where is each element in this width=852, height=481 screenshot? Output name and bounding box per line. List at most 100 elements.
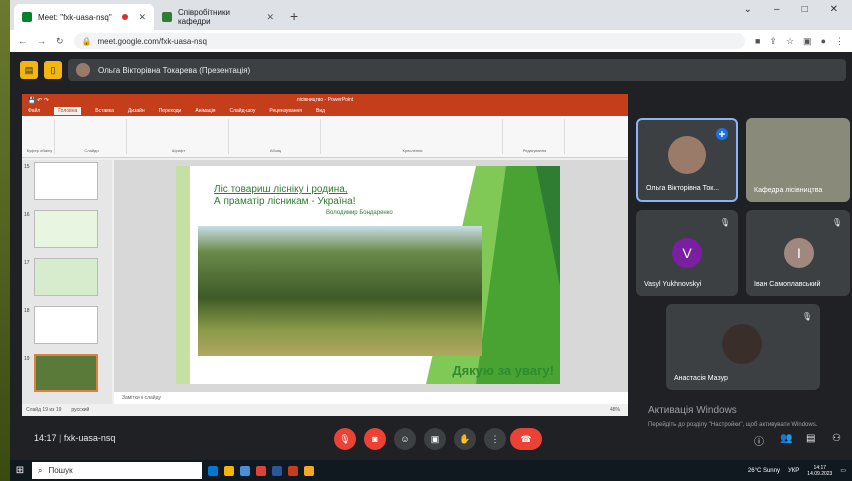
more-options-button[interactable]: ⋮	[484, 428, 506, 450]
menu-icon[interactable]: ⋮	[835, 36, 844, 47]
language-indicator[interactable]: УКР	[788, 468, 799, 474]
tab-label: Meet: "fxk-uasa-nsq"	[38, 12, 112, 22]
participant-tile[interactable]: ✚ Ольга Вікторівна Ток...	[636, 118, 738, 202]
activities-icon[interactable]: ⚇	[832, 433, 841, 444]
windows-start-icon[interactable]: ⊞	[14, 465, 26, 477]
recording-indicator-icon	[122, 14, 129, 20]
ribbon-tab: Головна	[54, 107, 82, 115]
participant-name: Ольга Вікторівна Ток...	[646, 185, 720, 192]
tab-staff[interactable]: Співробітники кафедри ✕	[154, 4, 282, 30]
slide-editor: Ліс товариш лісніку і родина, А праматір…	[114, 160, 628, 392]
ribbon-group: Креслення	[323, 119, 503, 154]
explorer-icon[interactable]	[224, 465, 234, 476]
url-field[interactable]: 🔒 meet.google.com/fxk-uasa-nsq	[73, 33, 745, 49]
layout-icon[interactable]: ▤	[20, 61, 38, 79]
tab-meet[interactable]: Meet: "fxk-uasa-nsq" ✕	[14, 4, 154, 30]
slide-line-2: А праматір лісникам - Україна!	[214, 196, 356, 207]
notification-icon[interactable]: ▭	[840, 467, 846, 474]
ribbon-tab: Переходи	[158, 108, 182, 114]
present-button[interactable]: ▣	[424, 428, 446, 450]
slide-number: 16	[24, 212, 30, 218]
system-tray: 26°C Sunny УКР 14:17 14.09.2023 ▭	[748, 465, 852, 477]
word-icon[interactable]	[272, 465, 282, 476]
browser-tabbar: Meet: "fxk-uasa-nsq" ✕ Співробітники каф…	[10, 0, 852, 30]
search-icon: ⌕	[38, 465, 43, 475]
participant-tile[interactable]: Кафедра лісівництва	[746, 118, 850, 202]
slide-thumbnail	[34, 306, 98, 344]
mic-off-icon: 🎙	[831, 218, 842, 227]
powerpoint-icon[interactable]	[288, 465, 298, 476]
ribbon-tab: Слайд-шоу	[229, 108, 256, 114]
meet-icon	[22, 12, 32, 22]
save-icon: 💾 ↶ ↷	[28, 97, 49, 104]
camera-icon[interactable]: ■	[755, 36, 760, 47]
participant-tile[interactable]: V 🎙 Vasyl Yukhnovskyi	[636, 210, 738, 296]
slide-number: 15	[24, 164, 30, 170]
meeting-code: fxk-uasa-nsq	[63, 433, 116, 443]
mic-off-icon: 🎙	[719, 218, 730, 227]
participant-name: Іван Самоплавський	[754, 281, 821, 288]
maximize-button[interactable]: □	[802, 4, 808, 15]
browser-window: Meet: "fxk-uasa-nsq" ✕ Співробітники каф…	[10, 0, 852, 460]
star-icon[interactable]: ☆	[786, 36, 794, 47]
participant-tile[interactable]: І 🎙 Іван Самоплавський	[746, 210, 850, 296]
toolbar-icons: ■ ⇪ ☆ ▣ ● ⋮	[755, 36, 844, 47]
tab-search-icon[interactable]: ⌄	[744, 4, 752, 15]
info-icon[interactable]: ⓘ	[754, 433, 764, 448]
participant-tile[interactable]: 🎙 Анастасія Мазур	[666, 304, 820, 390]
emoji-button[interactable]: ☺	[394, 428, 416, 450]
ribbon-tab: Вставка	[95, 108, 114, 114]
camera-off-button[interactable]: ◙	[364, 428, 386, 450]
mic-off-icon: 🎙	[801, 312, 812, 321]
leave-call-button[interactable]: ☎	[510, 428, 542, 450]
mic-off-button[interactable]: 🎙	[334, 428, 356, 450]
ribbon-tab: Файл	[28, 108, 41, 114]
weather-text: 26°C Sunny	[747, 467, 780, 474]
clock[interactable]: 14:17 14.09.2023	[807, 465, 832, 477]
chrome-icon[interactable]	[256, 465, 266, 476]
profile-icon[interactable]: ●	[821, 36, 826, 47]
ribbon-group: Абзац	[231, 119, 321, 154]
new-tab-button[interactable]: +	[282, 8, 306, 30]
sidebar-icon[interactable]: ▣	[803, 36, 812, 47]
close-window-button[interactable]: ✕	[830, 4, 838, 15]
close-tab-icon[interactable]: ✕	[266, 12, 274, 23]
edge-icon[interactable]	[208, 465, 218, 476]
back-icon[interactable]: ←	[18, 36, 27, 46]
forest-photo	[198, 226, 482, 356]
people-icon[interactable]: 👥	[780, 433, 792, 444]
reload-icon[interactable]: ↻	[56, 36, 64, 47]
search-placeholder: Пошук	[48, 466, 73, 475]
chat-icon[interactable]: ▤	[806, 433, 815, 444]
close-tab-icon[interactable]: ✕	[138, 12, 146, 23]
meeting-time: 14:17	[34, 433, 57, 443]
more-options-icon[interactable]: ✚	[716, 128, 728, 140]
windows-activation-text: Перейдіть до розділу "Настройки", щоб ак…	[648, 422, 818, 428]
slide-thanks: Дякую за увагу!	[452, 363, 554, 378]
language-label: русский	[71, 407, 90, 413]
ribbon-tab: Дизайн	[127, 108, 145, 114]
pin-icon[interactable]: ▯	[44, 61, 62, 79]
current-slide: Ліс товариш лісніку і родина, А праматір…	[176, 166, 560, 384]
app-icon[interactable]	[304, 465, 314, 476]
windows-taskbar: ⊞ ⌕ Пошук 26°C Sunny УКР 14:17 14.09.202…	[10, 460, 852, 481]
raise-hand-button[interactable]: ✋	[454, 428, 476, 450]
powerpoint-statusbar: Слайд 19 из 19 русский 48%	[22, 404, 628, 416]
shared-screen: 💾 ↶ ↷ лісівництво - PowerPoint Файл Голо…	[22, 94, 628, 416]
participant-name: Vasyl Yukhnovskyi	[644, 281, 702, 288]
share-icon[interactable]: ⇪	[769, 36, 777, 47]
avatar	[76, 63, 90, 77]
taskbar-search[interactable]: ⌕ Пошук	[32, 462, 202, 479]
forward-icon[interactable]: →	[37, 36, 46, 46]
minimize-button[interactable]: –	[774, 4, 780, 15]
mail-icon[interactable]	[240, 465, 250, 476]
zoom-level: 48%	[609, 407, 620, 413]
ribbon-group: Шрифт	[129, 119, 229, 154]
slide-thumbnail-selected	[34, 354, 98, 392]
ribbon-tabs: Файл Головна Вставка Дизайн Переходи Ані…	[22, 106, 628, 116]
windows-activation-title: Активація Windows	[648, 405, 737, 416]
slide-line-1: Ліс товариш лісніку і родина,	[214, 184, 348, 195]
ribbon-tab: Рецензування	[269, 108, 302, 114]
slide-number: 17	[24, 260, 30, 266]
participant-name: Анастасія Мазур	[674, 375, 728, 382]
